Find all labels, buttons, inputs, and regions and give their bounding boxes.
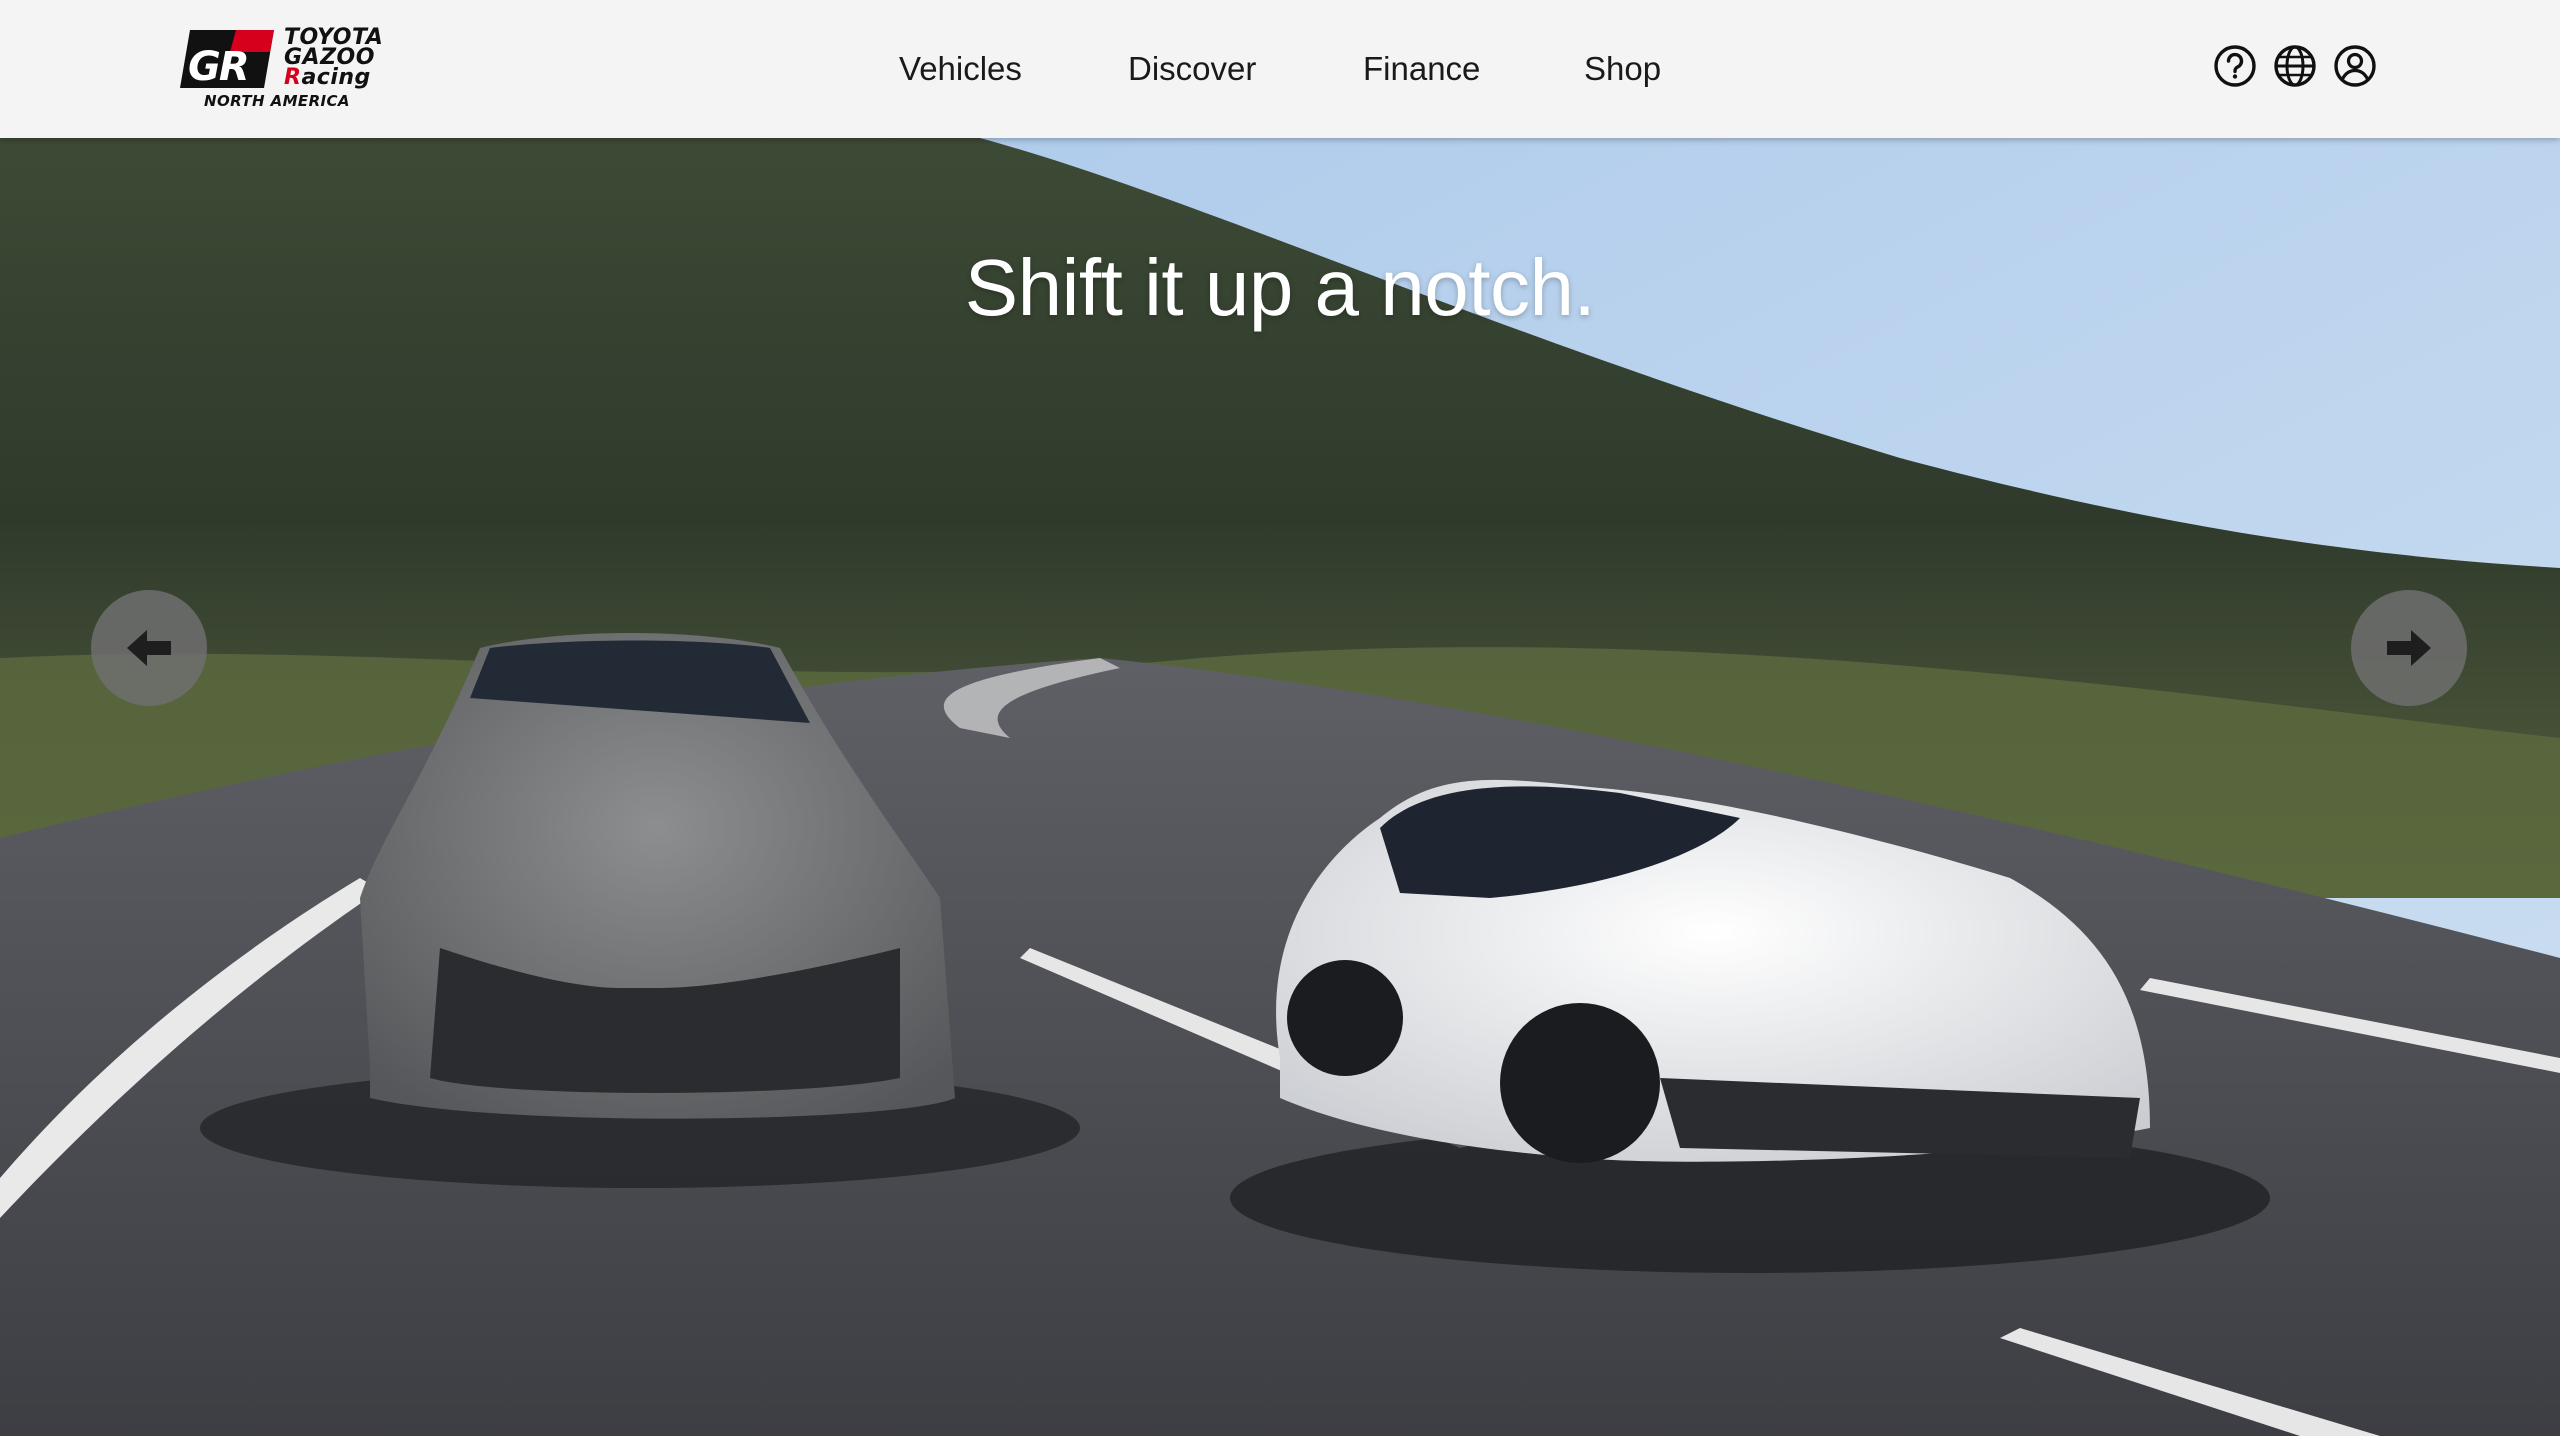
site-header: GR TOYOTA GAZOO Racing NORTH AMERICA Veh…	[0, 0, 2560, 138]
hero-banner: Shift it up a notch.	[0, 138, 2560, 1436]
account-icon[interactable]	[2333, 44, 2377, 88]
carousel-prev-button[interactable]	[91, 590, 207, 706]
nav-shop[interactable]: Shop	[1584, 46, 1661, 92]
logo-region: NORTH AMERICA	[204, 92, 350, 110]
carousel-next-button[interactable]	[2351, 590, 2467, 706]
help-icon[interactable]	[2213, 44, 2257, 88]
main-nav: Vehicles Discover Finance Shop	[0, 46, 2560, 92]
nav-finance[interactable]: Finance	[1363, 46, 1480, 92]
arrow-right-icon	[2387, 630, 2431, 666]
nav-vehicles[interactable]: Vehicles	[899, 46, 1022, 92]
globe-icon[interactable]	[2273, 44, 2317, 88]
nav-discover[interactable]: Discover	[1128, 46, 1256, 92]
hero-headline: Shift it up a notch.	[964, 243, 1596, 332]
arrow-left-icon	[127, 630, 171, 666]
